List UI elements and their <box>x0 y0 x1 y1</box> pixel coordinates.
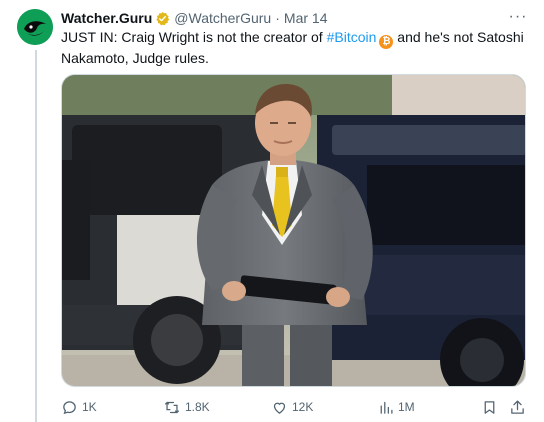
hashtag-link[interactable]: #Bitcoin <box>327 29 377 45</box>
handle[interactable]: @WatcherGuru <box>174 10 271 26</box>
display-name[interactable]: Watcher.Guru <box>61 10 152 26</box>
photo-man-in-suit-with-jeeps <box>62 75 525 386</box>
views-button[interactable]: 1M <box>377 397 415 417</box>
more-icon[interactable]: ··· <box>508 9 528 25</box>
timestamp[interactable]: Mar 14 <box>284 10 328 26</box>
reply-button[interactable]: 1K <box>61 397 97 417</box>
like-icon <box>273 402 286 414</box>
bookmark-button[interactable] <box>481 397 502 417</box>
bookmark-icon <box>484 400 495 414</box>
verified-badge-icon <box>155 11 170 26</box>
tweet-header: Watcher.Guru @WatcherGuru · Mar 14 <box>61 9 327 27</box>
tweet-actions: 1K 1.8K 12K 1M <box>61 397 531 417</box>
tweet-photo[interactable] <box>61 74 526 387</box>
share-icon <box>511 399 524 414</box>
bitcoin-icon: ₿ <box>379 35 394 49</box>
views-icon <box>380 401 393 414</box>
share-button[interactable] <box>509 397 530 417</box>
repost-icon <box>164 401 180 413</box>
repost-button[interactable]: 1.8K <box>163 397 210 417</box>
reply-icon <box>63 400 76 414</box>
views-count: 1M <box>398 400 415 414</box>
separator-dot: · <box>275 10 280 26</box>
like-button[interactable]: 12K <box>271 397 313 417</box>
repost-count: 1.8K <box>185 400 210 414</box>
tweet-text-start: JUST IN: Craig Wright is not the creator… <box>61 29 327 45</box>
tweet-text: JUST IN: Craig Wright is not the creator… <box>61 28 531 67</box>
watcher-guru-logo-icon <box>17 9 53 45</box>
avatar[interactable] <box>17 9 53 45</box>
thread-line <box>35 50 37 422</box>
reply-count: 1K <box>82 400 97 414</box>
like-count: 12K <box>292 400 314 414</box>
